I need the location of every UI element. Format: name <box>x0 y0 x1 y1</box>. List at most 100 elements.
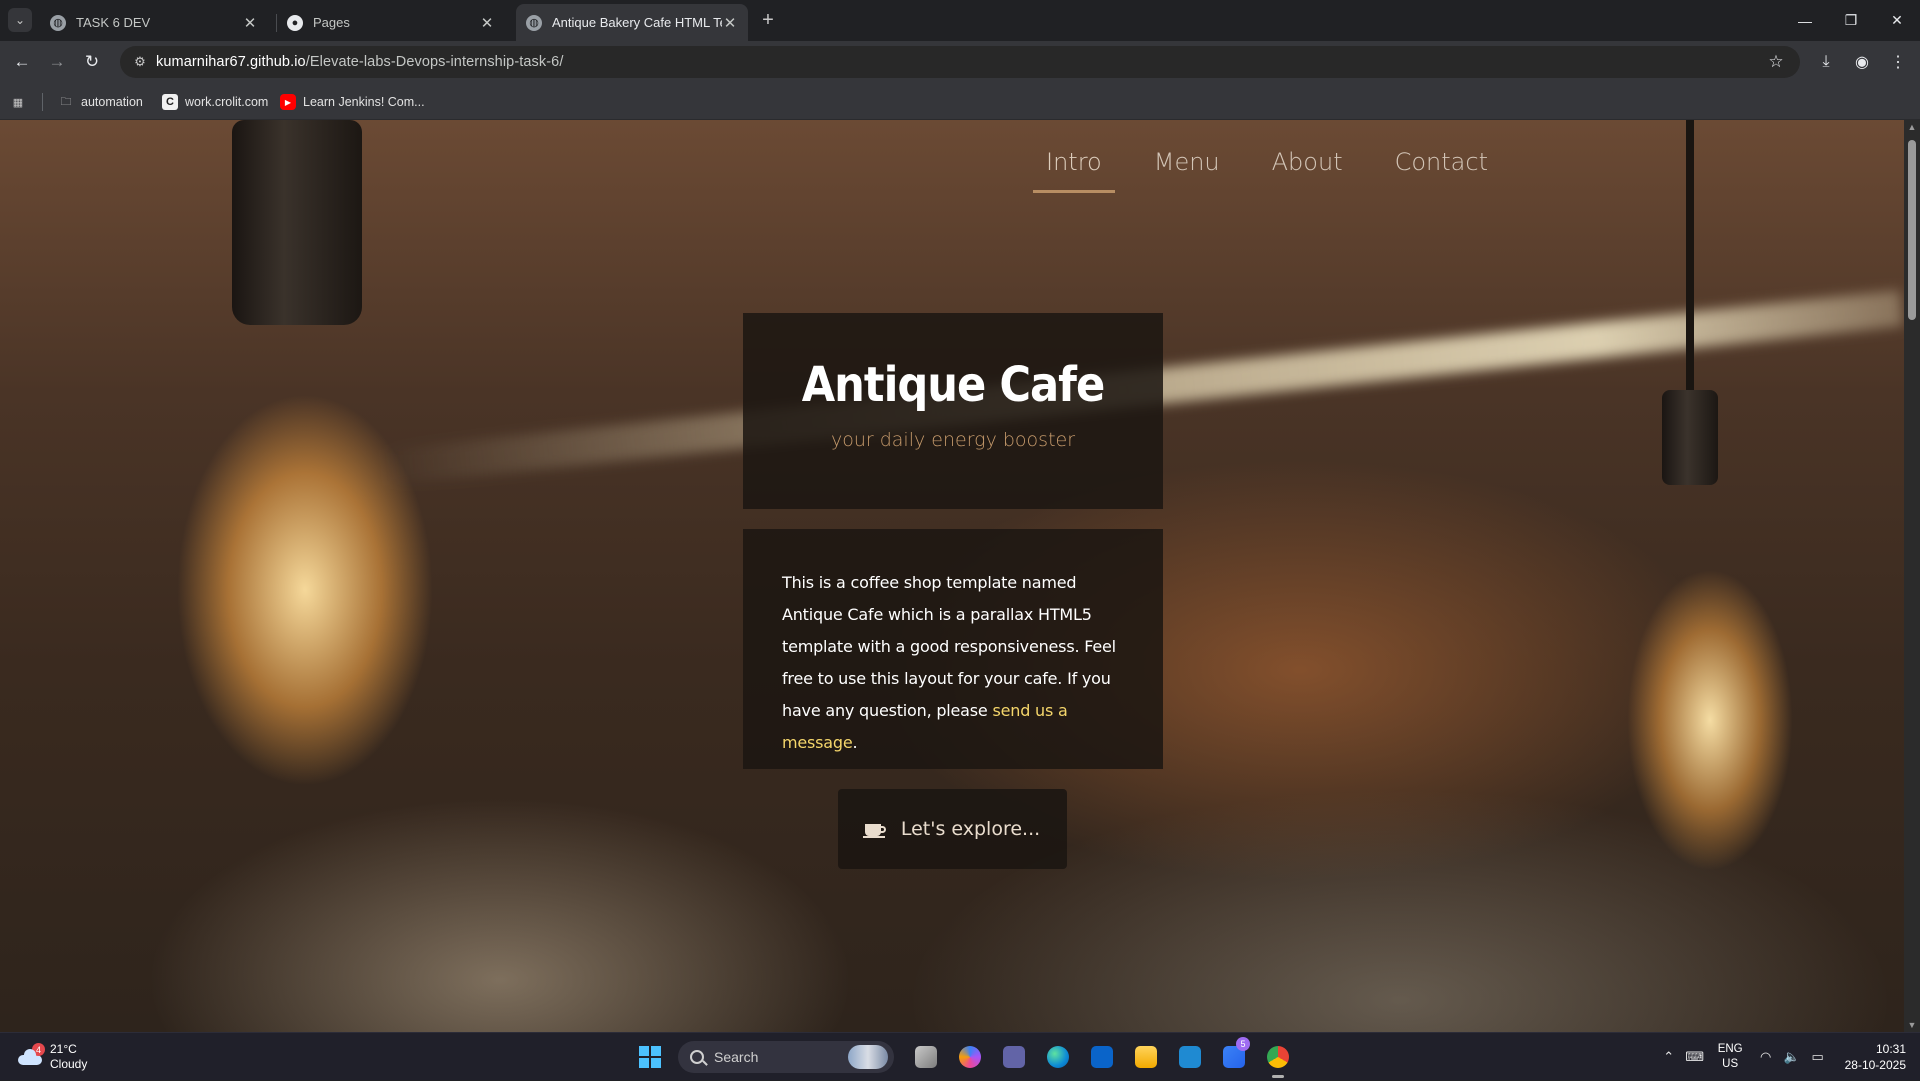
intro-end: . <box>852 733 858 752</box>
reload-icon[interactable]: ↻ <box>78 48 106 76</box>
clock-date: 28-10-2025 <box>1844 1058 1906 1072</box>
outlook-icon[interactable] <box>1084 1039 1120 1075</box>
chevron-up-icon[interactable]: ⌃ <box>1656 1044 1682 1070</box>
bookmarks-bar: ▦ 🗀 automation C work.crolit.com ▶ Learn… <box>0 83 1920 120</box>
explore-button[interactable]: Let's explore... <box>838 789 1067 869</box>
bookmark-label: Learn Jenkins! Com... <box>303 95 425 109</box>
explore-button-label: Let's explore... <box>900 818 1041 840</box>
intro-text: This is a coffee shop template named Ant… <box>782 573 1116 720</box>
back-arrow-icon[interactable]: ← <box>8 48 36 76</box>
taskbar-search[interactable]: Search <box>678 1041 894 1073</box>
system-tray: ⌃ ⌨ ENG US ◠ 🔈 ▭ 10:31 28-10-2025 <box>1656 1033 1920 1081</box>
hero-title-box: Antique Cafe your daily energy booster <box>743 313 1163 509</box>
windows-taskbar: 4 21°C Cloudy Search 5 ⌃ ⌨ ENG US ◠ 🔈 ▭ … <box>0 1032 1920 1080</box>
copilot-icon[interactable] <box>952 1039 988 1075</box>
site-info-icon[interactable]: ⚙ <box>124 46 156 78</box>
taskbar-apps: Search 5 <box>632 1037 1300 1078</box>
bookmark-star-icon[interactable]: ☆ <box>1764 50 1788 74</box>
url-path: /Elevate-labs-Devops-internship-task-6/ <box>305 54 564 70</box>
weather-desc: Cloudy <box>50 1057 88 1071</box>
close-tab-icon[interactable]: ✕ <box>479 15 495 32</box>
lamp-socket-decoration <box>232 120 362 325</box>
close-window-icon[interactable]: ✕ <box>1874 0 1920 41</box>
search-highlight-image <box>848 1045 888 1069</box>
bookmark-label: automation <box>81 95 143 109</box>
lang-top: ENG <box>1717 1043 1743 1055</box>
cloud-icon: 4 <box>18 1043 45 1065</box>
download-icon[interactable]: ⤓ <box>1812 48 1840 76</box>
nav-menu[interactable]: Menu <box>1141 140 1233 193</box>
close-tab-icon[interactable]: ✕ <box>722 15 738 32</box>
search-icon <box>690 1050 704 1064</box>
todo-icon[interactable]: 5 <box>1216 1037 1252 1075</box>
bookmark-learn-jenkins[interactable]: ▶ Learn Jenkins! Com... <box>280 91 425 113</box>
bookmark-separator <box>42 93 43 111</box>
bookmark-crolit[interactable]: C work.crolit.com <box>162 91 268 113</box>
tab-title: Antique Bakery Cafe HTML Tem <box>552 15 722 30</box>
nav-about[interactable]: About <box>1259 140 1356 193</box>
vscode-icon[interactable] <box>1172 1039 1208 1075</box>
tab-pages[interactable]: ● Pages ✕ <box>277 4 505 41</box>
nav-contact[interactable]: Contact <box>1382 140 1501 193</box>
volume-icon[interactable]: 🔈 <box>1779 1044 1805 1070</box>
bookmark-label: work.crolit.com <box>185 95 269 109</box>
weather-temp: 21°C <box>50 1042 77 1056</box>
chrome-icon[interactable] <box>1260 1039 1296 1078</box>
weather-widget[interactable]: 4 21°C Cloudy <box>18 1041 87 1073</box>
scroll-down-icon[interactable]: ▼ <box>1907 1020 1917 1030</box>
windows-start-icon[interactable] <box>632 1039 668 1075</box>
globe-icon: ◍ <box>526 14 542 31</box>
keyboard-icon[interactable]: ⌨ <box>1682 1044 1708 1070</box>
lamp-cord-decoration <box>1686 120 1694 410</box>
weather-badge: 4 <box>32 1043 45 1056</box>
intro-paragraph: This is a coffee shop template named Ant… <box>782 567 1125 759</box>
clock-time: 10:31 <box>1875 1042 1906 1056</box>
minimize-icon[interactable]: — <box>1782 0 1828 41</box>
nav-intro[interactable]: Intro <box>1033 140 1115 193</box>
language-indicator[interactable]: ENG US <box>1718 1042 1743 1072</box>
crolit-icon: C <box>162 94 178 110</box>
clock[interactable]: 10:31 28-10-2025 <box>1845 1041 1906 1073</box>
menu-kebab-icon[interactable]: ⋮ <box>1884 48 1912 76</box>
battery-icon[interactable]: ▭ <box>1805 1044 1831 1070</box>
tab-title: Pages <box>313 15 350 30</box>
restore-icon[interactable]: ❐ <box>1828 0 1874 41</box>
forward-arrow-icon[interactable]: → <box>43 48 71 76</box>
browser-tab-strip: ⌄ ◍ TASK 6 DEV ✕ ● Pages ✕ ◍ Antique Bak… <box>0 0 1920 41</box>
url-host: kumarnihar67.github.io <box>156 54 306 70</box>
edge-icon[interactable] <box>1040 1039 1076 1075</box>
address-bar[interactable]: ⚙ kumarnihar67.github.io/Elevate-labs-De… <box>120 46 1800 78</box>
coffee-cup-icon <box>862 820 887 838</box>
youtube-icon: ▶ <box>280 94 296 110</box>
profile-icon[interactable]: ◉ <box>1848 48 1876 76</box>
scroll-thumb[interactable] <box>1908 140 1916 320</box>
site-subtitle: your daily energy booster <box>830 429 1076 451</box>
bookmark-automation[interactable]: 🗀 automation <box>58 91 143 113</box>
close-tab-icon[interactable]: ✕ <box>242 15 258 32</box>
web-page-viewport: Intro Menu About Contact Antique Cafe yo… <box>0 120 1904 1032</box>
new-tab-plus-icon[interactable]: + <box>756 8 780 32</box>
todo-badge: 5 <box>1236 1037 1250 1051</box>
tab-search-chevron-icon[interactable]: ⌄ <box>8 8 32 32</box>
task-view-icon[interactable] <box>908 1039 944 1075</box>
tab-antique-bakery[interactable]: ◍ Antique Bakery Cafe HTML Tem ✕ <box>516 4 748 41</box>
site-nav: Intro Menu About Contact <box>1033 140 1527 193</box>
folder-icon: 🗀 <box>60 95 72 108</box>
file-explorer-icon[interactable] <box>1128 1039 1164 1075</box>
lamp-socket-decoration <box>1662 390 1718 485</box>
apps-grid-icon[interactable]: ▦ <box>10 91 33 113</box>
lang-bottom: US <box>1722 1058 1739 1070</box>
tab-title: TASK 6 DEV <box>76 15 151 30</box>
search-placeholder: Search <box>714 1049 759 1065</box>
github-icon: ● <box>287 14 303 31</box>
wifi-icon[interactable]: ◠ <box>1753 1044 1779 1070</box>
browser-toolbar: ← → ↻ ⚙ kumarnihar67.github.io/Elevate-l… <box>0 41 1920 83</box>
intro-box: This is a coffee shop template named Ant… <box>743 529 1163 769</box>
globe-icon: ◍ <box>50 14 66 31</box>
teams-icon[interactable] <box>996 1039 1032 1075</box>
site-title: Antique Cafe <box>801 357 1105 413</box>
tab-task6-dev[interactable]: ◍ TASK 6 DEV ✕ <box>40 4 268 41</box>
page-scrollbar[interactable]: ▲ ▼ <box>1904 120 1920 1032</box>
scroll-up-icon[interactable]: ▲ <box>1907 122 1917 132</box>
url-text: kumarnihar67.github.io/Elevate-labs-Devo… <box>156 54 563 70</box>
